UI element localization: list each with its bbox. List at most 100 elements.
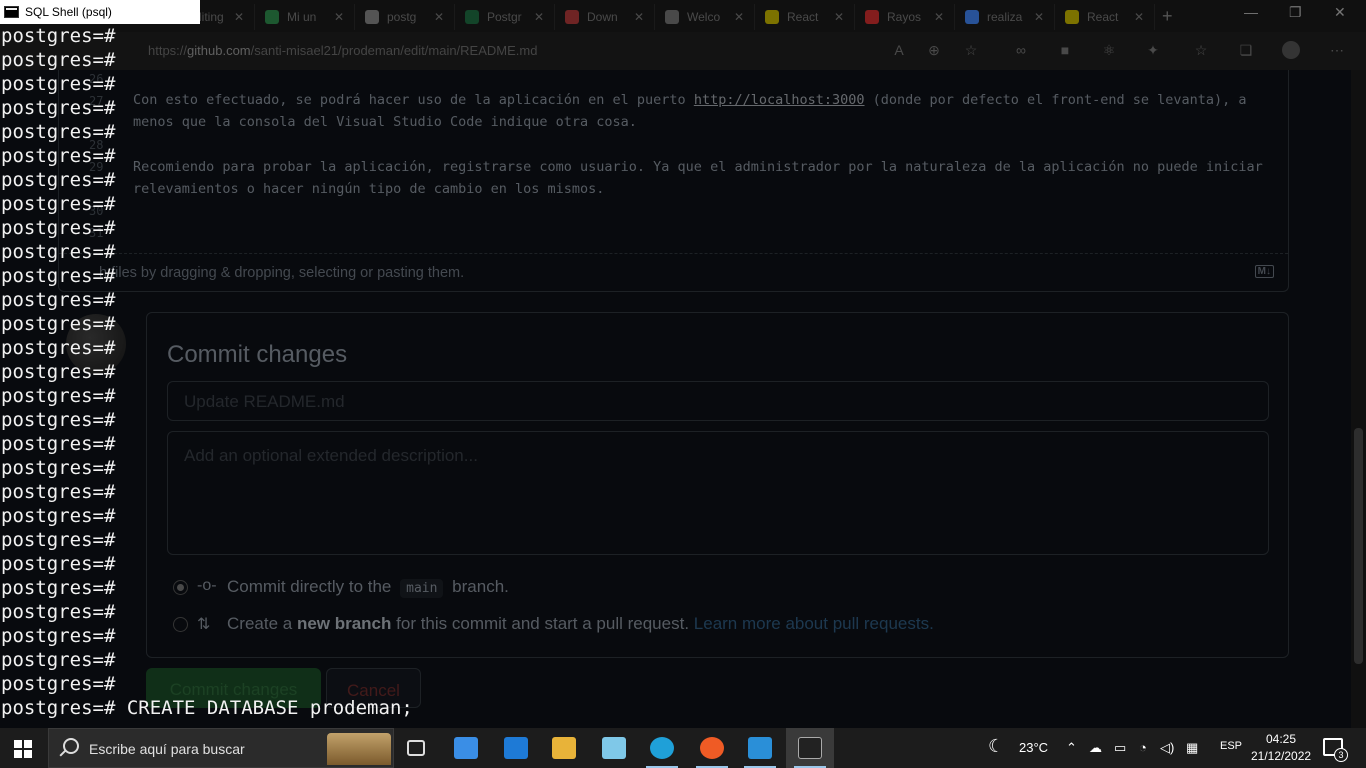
taskbar-app-notes[interactable] — [590, 728, 638, 768]
wifi-icon[interactable]: ◔ — [1139, 740, 1147, 755]
console-line: postgres=# — [1, 504, 115, 528]
console-line: postgres=# — [1, 480, 115, 504]
console-title: SQL Shell (psql) — [25, 5, 112, 19]
sql-shell-icon — [798, 737, 822, 759]
console-line: postgres=# — [1, 72, 115, 96]
console-line: postgres=# — [1, 360, 115, 384]
edge-icon — [650, 737, 674, 759]
language-indicator[interactable]: ESP — [1220, 740, 1242, 752]
console-line: postgres=# — [1, 456, 115, 480]
console-line: postgres=# — [1, 600, 115, 624]
console-prompt: postgres=# — [1, 361, 116, 383]
console-prompt: postgres=# — [1, 433, 116, 455]
console-prompt: postgres=# — [1, 553, 116, 575]
weather-moon-icon[interactable]: ☾ — [988, 736, 1004, 757]
console-line: postgres=# — [1, 432, 115, 456]
console-line: postgres=# — [1, 624, 115, 648]
console-prompt: postgres=# — [1, 313, 116, 335]
console-prompt: postgres=# — [1, 49, 116, 71]
search-placeholder: Escribe aquí para buscar — [89, 741, 245, 757]
psql-console[interactable]: postgres=# postgres=# postgres=# postgres=#… — [0, 24, 500, 728]
console-line: postgres=# — [1, 216, 115, 240]
notes-icon — [602, 737, 626, 759]
console-prompt: postgres=# — [1, 289, 116, 311]
console-line: postgres=# — [1, 264, 115, 288]
console-prompt: postgres=# — [1, 529, 116, 551]
taskbar: Escribe aquí para buscar ☾ 23°C ⌃ ☁ ▭ ◔ … — [0, 728, 1366, 768]
console-prompt: postgres=# — [1, 697, 116, 719]
console-line: postgres=# — [1, 576, 115, 600]
search-icon — [63, 738, 79, 754]
console-line: postgres=# — [1, 120, 115, 144]
vscode-icon — [748, 737, 772, 759]
console-prompt: postgres=# — [1, 217, 116, 239]
console-prompt: postgres=# — [1, 409, 116, 431]
notification-count: 3 — [1334, 748, 1348, 762]
console-prompt: postgres=# — [1, 169, 116, 191]
console-line: postgres=# — [1, 312, 115, 336]
tray-chevron-icon[interactable]: ⌃ — [1066, 740, 1077, 756]
taskbar-app-task-view[interactable] — [392, 728, 440, 768]
search-highlight-image — [327, 733, 391, 765]
console-prompt: postgres=# — [1, 673, 116, 695]
console-line: postgres=# — [1, 144, 115, 168]
console-prompt: postgres=# — [1, 25, 116, 47]
console-line: postgres=# — [1, 408, 115, 432]
screen: ✕Editing✕Mi un✕postg✕Postgr✕Down✕Welco✕R… — [0, 0, 1366, 768]
console-line: postgres=# — [1, 24, 115, 48]
console-prompt: postgres=# — [1, 121, 116, 143]
console-prompt: postgres=# — [1, 625, 116, 647]
console-line: postgres=# — [1, 384, 115, 408]
battery-icon[interactable]: ▭ — [1114, 740, 1126, 756]
console-prompt: postgres=# — [1, 193, 116, 215]
taskbar-app-microsoft-store[interactable] — [442, 728, 490, 768]
console-prompt: postgres=# — [1, 145, 116, 167]
taskbar-search-input[interactable]: Escribe aquí para buscar — [48, 728, 394, 768]
console-prompt: postgres=# — [1, 73, 116, 95]
console-prompt: postgres=# — [1, 505, 116, 527]
console-prompt: postgres=# — [1, 265, 116, 287]
console-line: postgres=# CREATE DATABASE prodeman; — [1, 696, 413, 720]
postman-icon — [700, 737, 724, 759]
temperature[interactable]: 23°C — [1019, 740, 1048, 755]
taskbar-app-postman[interactable] — [688, 728, 736, 768]
console-line: postgres=# — [1, 336, 115, 360]
console-icon — [4, 6, 19, 18]
onedrive-icon[interactable]: ☁ — [1089, 740, 1102, 756]
taskbar-app-mail[interactable] — [492, 728, 540, 768]
console-prompt: postgres=# — [1, 457, 116, 479]
console-prompt: postgres=# — [1, 649, 116, 671]
console-line: postgres=# — [1, 192, 115, 216]
console-prompt: postgres=# — [1, 97, 116, 119]
task-view-icon — [407, 740, 425, 756]
console-line: postgres=# — [1, 648, 115, 672]
console-line: postgres=# — [1, 96, 115, 120]
taskbar-app-sql-shell[interactable] — [786, 728, 834, 768]
mail-icon — [504, 737, 528, 759]
file-explorer-icon — [552, 737, 576, 759]
clock-time[interactable]: 04:25 — [1266, 732, 1296, 746]
console-line: postgres=# — [1, 552, 115, 576]
clock-date[interactable]: 21/12/2022 — [1251, 749, 1311, 763]
taskbar-app-file-explorer[interactable] — [540, 728, 588, 768]
console-line: postgres=# — [1, 240, 115, 264]
microsoft-store-icon — [454, 737, 478, 759]
console-command: CREATE DATABASE prodeman; — [126, 697, 413, 719]
taskbar-app-vscode[interactable] — [736, 728, 784, 768]
console-prompt: postgres=# — [1, 481, 116, 503]
console-prompt: postgres=# — [1, 601, 116, 623]
console-title-bar[interactable]: SQL Shell (psql) — [0, 0, 200, 24]
console-prompt: postgres=# — [1, 241, 116, 263]
windows-start-icon[interactable] — [14, 740, 32, 758]
console-line: postgres=# — [1, 168, 115, 192]
console-line: postgres=# — [1, 288, 115, 312]
taskbar-app-edge[interactable] — [638, 728, 686, 768]
console-prompt: postgres=# — [1, 577, 116, 599]
console-prompt: postgres=# — [1, 385, 116, 407]
console-prompt: postgres=# — [1, 337, 116, 359]
console-line: postgres=# — [1, 48, 115, 72]
console-line: postgres=# — [1, 528, 115, 552]
volume-icon[interactable]: ◁) — [1160, 740, 1174, 756]
console-line: postgres=# — [1, 672, 115, 696]
keyboard-icon[interactable]: ▦ — [1186, 740, 1198, 756]
